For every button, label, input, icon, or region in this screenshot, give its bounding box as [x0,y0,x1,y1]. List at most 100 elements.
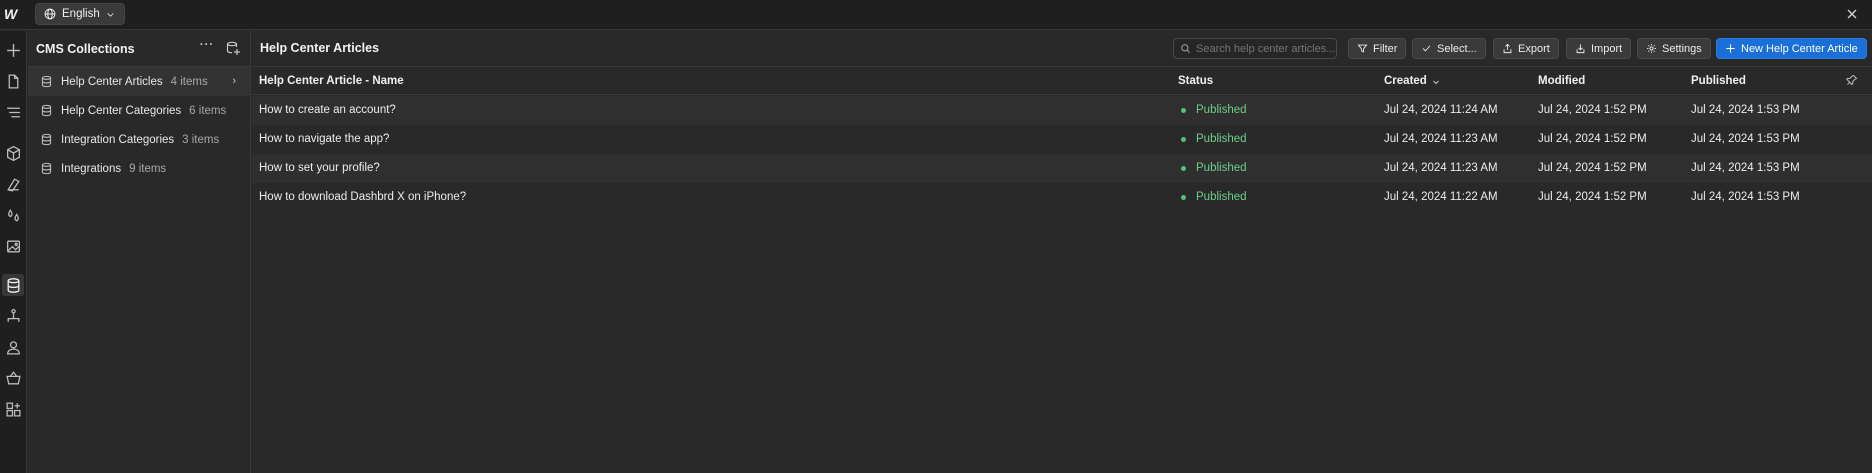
filter-label: Filter [1373,42,1398,55]
search-input[interactable] [1196,42,1336,55]
page-icon[interactable] [2,70,24,92]
top-bar: W English [0,0,1872,30]
more-icon[interactable]: ··· [198,39,216,57]
cell-modified: Jul 24, 2024 1:52 PM [1538,191,1647,203]
settings-label: Settings [1662,42,1702,55]
cell-modified: Jul 24, 2024 1:52 PM [1538,133,1647,145]
checkbox-icon [1422,45,1431,52]
database-icon [41,133,52,146]
navigator-icon[interactable] [2,101,24,123]
cell-published: Jul 24, 2024 1:53 PM [1691,104,1800,116]
table-row[interactable]: How to set your profile? Published Jul 24,… [252,154,1872,183]
cell-status: Published [1196,104,1247,116]
status-dot [1181,108,1186,113]
collection-name: Integrations [61,162,122,175]
styles-icon[interactable] [2,173,24,195]
cell-name: How to set your profile? [259,162,380,174]
gear-icon [1647,44,1656,53]
import-button[interactable]: Import [1566,38,1632,59]
cell-created: Jul 24, 2024 11:22 AM [1384,191,1498,203]
search-icon [1181,44,1191,54]
components-icon[interactable] [2,142,24,164]
add-icon[interactable] [2,39,24,61]
new-item-button[interactable]: New Help Center Article [1716,38,1867,59]
settings-button[interactable]: Settings [1637,38,1711,59]
filter-button[interactable]: Filter [1348,38,1407,59]
table-header: Help Center Article - Name Status Create… [252,67,1872,95]
collection-item[interactable]: Help Center Categories 6 items [28,96,250,125]
close-icon[interactable] [1844,6,1860,22]
table-row[interactable]: How to create an account? Published Jul 24… [252,96,1872,125]
plus-icon [1726,44,1735,53]
cell-published: Jul 24, 2024 1:53 PM [1691,162,1800,174]
new-item-label: New Help Center Article [1741,42,1858,55]
collection-count: 4 items [170,75,208,88]
cell-created: Jul 24, 2024 11:23 AM [1384,162,1498,174]
language-label: English [62,8,100,20]
filter-icon [1357,44,1368,53]
cell-created: Jul 24, 2024 11:24 AM [1384,104,1498,116]
cell-name: How to navigate the app? [259,133,390,145]
cms-icon[interactable] [2,274,24,296]
search-box[interactable] [1173,38,1337,59]
cell-modified: Jul 24, 2024 1:52 PM [1538,162,1647,174]
cell-status: Published [1196,191,1247,203]
assets-icon[interactable] [2,235,24,257]
col-published-header[interactable]: Published [1691,75,1746,87]
status-dot [1181,166,1186,171]
cell-published: Jul 24, 2024 1:53 PM [1691,133,1800,145]
collection-item[interactable]: Integration Categories 3 items [28,125,250,154]
col-status-header[interactable]: Status [1178,75,1213,87]
variables-icon[interactable] [2,204,24,226]
export-button[interactable]: Export [1493,38,1559,59]
apps-icon[interactable] [2,398,24,420]
panel-header: CMS Collections [28,31,250,67]
database-icon [41,162,52,175]
chevron-down-icon [107,12,114,17]
database-icon [41,104,52,117]
webflow-logo[interactable]: W [4,6,22,22]
collection-items-view: Help Center Articles Filter Select... Ex… [252,31,1872,473]
select-label: Select... [1437,42,1477,55]
left-toolbar [0,31,27,473]
select-button[interactable]: Select... [1412,38,1486,59]
col-name-header[interactable]: Help Center Article - Name [259,75,404,87]
collection-item[interactable]: Help Center Articles 4 items › [28,67,250,96]
collection-name: Help Center Articles [61,75,163,88]
users-icon[interactable] [2,336,24,358]
add-collection-icon[interactable] [225,40,241,56]
cell-created: Jul 24, 2024 11:23 AM [1384,133,1498,145]
collection-count: 3 items [182,133,220,146]
panel-title: CMS Collections [36,41,135,56]
collection-item[interactable]: Integrations 9 items [28,154,250,183]
cell-name: How to create an account? [259,104,396,116]
sort-chevron-icon[interactable] [1432,78,1440,86]
cell-name: How to download Dashbrd X on iPhone? [259,191,467,203]
import-label: Import [1591,42,1623,55]
import-icon [1576,44,1585,54]
collection-name: Integration Categories [61,133,175,146]
cell-modified: Jul 24, 2024 1:52 PM [1538,104,1647,116]
collection-count: 6 items [189,104,227,117]
col-created-header[interactable]: Created [1384,75,1427,87]
export-label: Export [1518,42,1550,55]
cell-status: Published [1196,162,1247,174]
status-dot [1181,137,1186,142]
table-row[interactable]: How to download Dashbrd X on iPhone? Publ… [252,183,1872,212]
status-dot [1181,195,1186,200]
ecommerce-icon[interactable] [2,367,24,389]
table-row[interactable]: How to navigate the app? Published Jul 24,… [252,125,1872,154]
language-switcher[interactable]: English [35,3,125,25]
chevron-right-icon: › [232,75,236,87]
cell-status: Published [1196,133,1247,145]
collection-list: Help Center Articles 4 items › Help Center … [28,67,250,183]
logic-icon[interactable] [2,305,24,327]
collection-name: Help Center Categories [61,104,182,117]
cell-published: Jul 24, 2024 1:53 PM [1691,191,1800,203]
export-icon [1503,43,1512,54]
col-modified-header[interactable]: Modified [1538,75,1585,87]
database-icon [41,75,52,88]
collection-title: Help Center Articles [260,41,380,55]
cms-collections-panel: CMS Collections ··· Help Center Articles… [28,31,251,473]
pin-icon[interactable] [1846,74,1858,86]
